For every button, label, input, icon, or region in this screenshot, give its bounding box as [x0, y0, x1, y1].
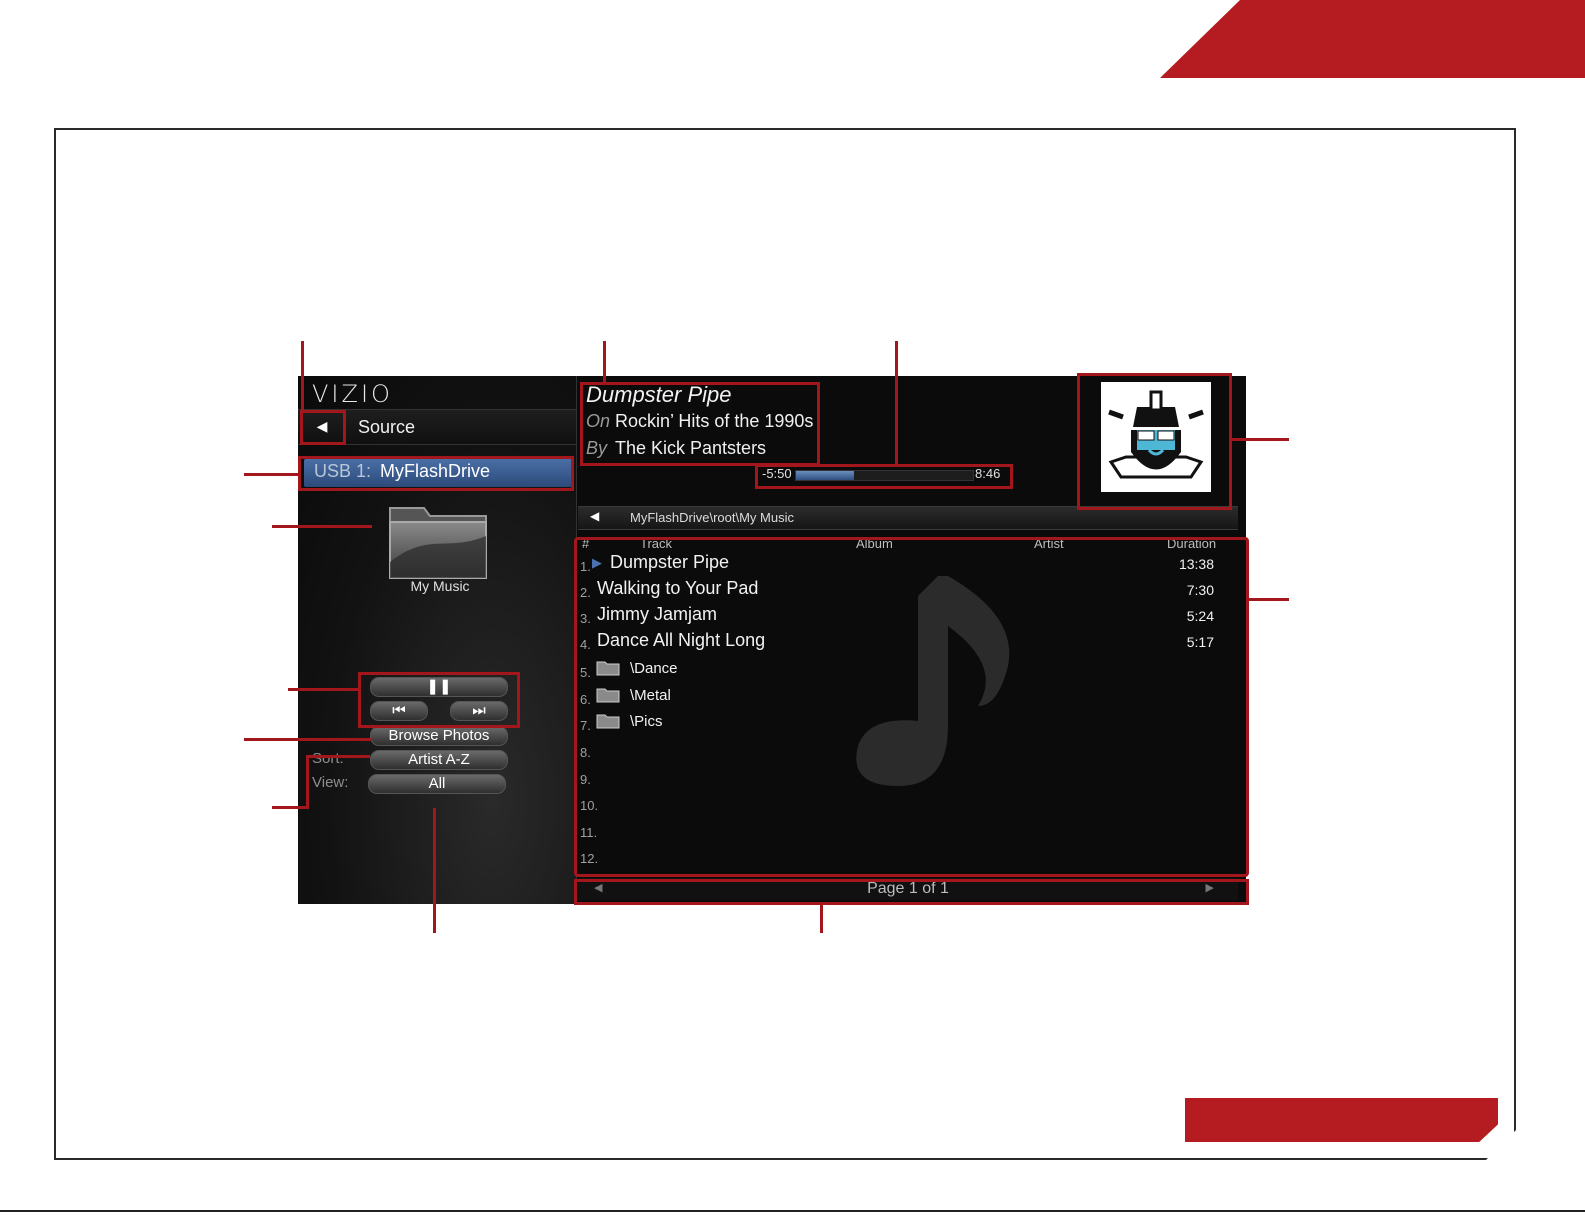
callout-box-info [580, 382, 820, 466]
browse-photos-button[interactable]: Browse Photos [370, 726, 508, 746]
callout-line [244, 738, 372, 741]
view-button[interactable]: All [368, 774, 506, 794]
view-label: View: [312, 774, 349, 791]
sort-button[interactable]: Artist A-Z [370, 750, 508, 770]
callout-line [895, 341, 898, 466]
callout-line [306, 755, 309, 809]
callout-box-controls [358, 672, 520, 728]
corner-tab [1160, 0, 1585, 78]
footer-rule [0, 1210, 1585, 1212]
callout-line [272, 806, 308, 809]
callout-box-progress [755, 464, 1013, 489]
sort-label: Sort: [312, 750, 344, 767]
callout-line [433, 808, 436, 933]
callout-box-back [300, 410, 346, 445]
folder-caption: My Music [410, 578, 470, 594]
callout-line [820, 905, 823, 933]
source-label[interactable]: Source [358, 414, 415, 440]
callout-line [1249, 598, 1289, 601]
footer-tab [1185, 1098, 1498, 1142]
callout-line [301, 341, 304, 411]
folder-icon[interactable] [388, 502, 488, 580]
callout-line [306, 755, 370, 758]
callout-box-list [574, 537, 1249, 877]
callout-box-usb [298, 456, 574, 491]
callout-line [288, 688, 358, 691]
callout-box-page [574, 879, 1249, 905]
breadcrumb-path: MyFlashDrive\root\My Music [630, 510, 794, 525]
callout-line [244, 473, 300, 476]
callout-line [272, 525, 372, 528]
breadcrumb-back-icon[interactable]: ◀ [590, 509, 599, 523]
callout-line [603, 341, 606, 384]
vizio-logo: VIZIO [312, 380, 393, 408]
callout-box-art [1077, 373, 1232, 510]
callout-line [1232, 438, 1289, 441]
